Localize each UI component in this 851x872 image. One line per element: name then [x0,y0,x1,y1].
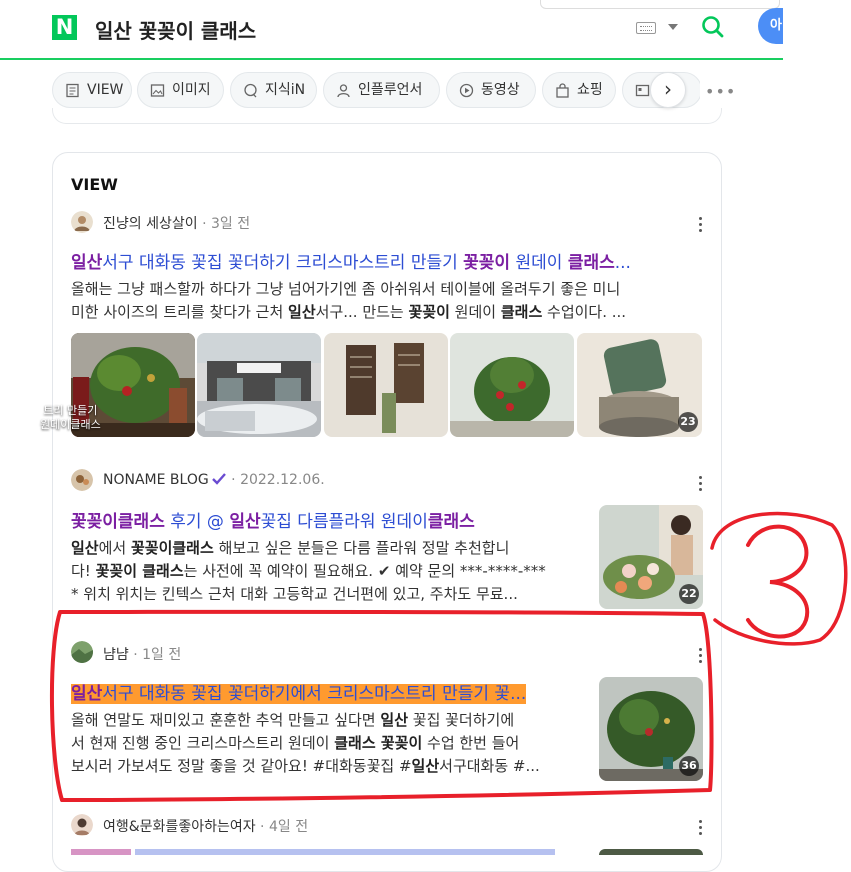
red-annotation-overlay [49,511,848,802]
annotation-box [49,609,714,802]
annotation-number-3 [746,524,810,639]
annotation-circle [710,511,848,646]
